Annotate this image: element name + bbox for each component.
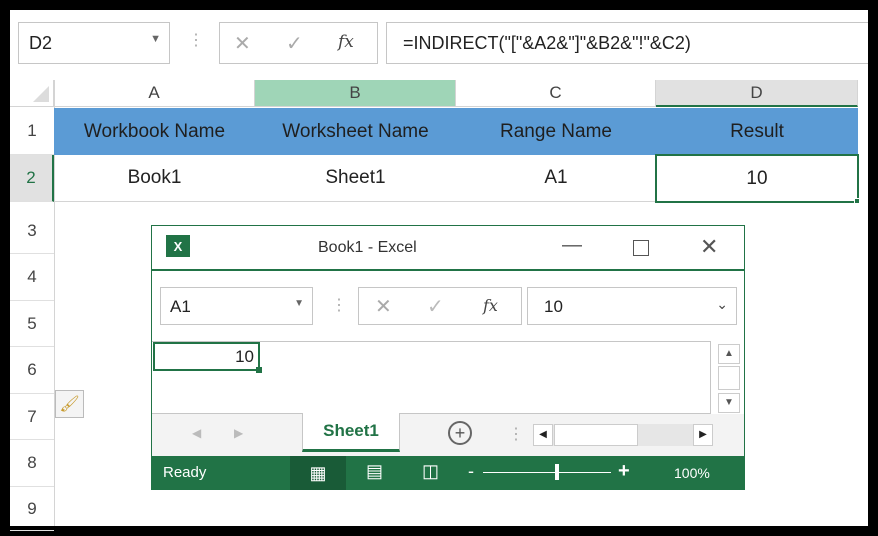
h-scroll-thumb[interactable] xyxy=(554,424,638,446)
scroll-left-icon[interactable]: ◀ xyxy=(533,424,553,446)
tab-scroll-left-icon[interactable]: ◀ xyxy=(192,426,201,440)
horizontal-scrollbar[interactable]: ◀ ▶ xyxy=(533,424,713,446)
cell-a2[interactable]: Book1 xyxy=(54,155,255,202)
column-header-a[interactable]: A xyxy=(54,80,255,107)
formula-input[interactable]: =INDIRECT("["&A2&"]"&B2&"!"&C2) xyxy=(386,22,868,64)
insert-function-icon[interactable]: fx xyxy=(338,32,354,52)
cell-c1[interactable]: Range Name xyxy=(456,108,656,155)
page-layout-icon[interactable]: ▤ xyxy=(366,461,383,482)
row-header-2[interactable]: 2 xyxy=(10,155,54,202)
window-title: Book1 - Excel xyxy=(318,239,417,256)
cell-d2-selected[interactable]: 10 xyxy=(655,154,859,203)
expand-chevron-icon[interactable]: ⌄ xyxy=(716,296,728,313)
scroll-up-icon[interactable]: ▲ xyxy=(718,344,740,364)
column-header-d[interactable]: D xyxy=(656,80,858,107)
zoom-level[interactable]: 100% xyxy=(674,465,710,481)
status-text: Ready xyxy=(163,464,207,481)
popup-formula-input[interactable]: 10 ⌄ xyxy=(527,287,737,325)
cell-c2[interactable]: A1 xyxy=(456,155,656,202)
zoom-slider[interactable] xyxy=(483,472,611,473)
popup-cell-a1[interactable]: 10 xyxy=(153,342,260,371)
cancel-icon[interactable]: ✕ xyxy=(234,31,251,56)
row-header-7[interactable]: 7 xyxy=(10,394,54,440)
formula-text: =INDIRECT("["&A2&"]"&B2&"!"&C2) xyxy=(403,33,691,53)
row-header-4[interactable]: 4 xyxy=(10,254,54,301)
chevron-down-icon[interactable]: ▼ xyxy=(294,298,304,309)
name-box-value: D2 xyxy=(29,33,53,53)
tab-sheet1[interactable]: Sheet1 xyxy=(302,413,400,452)
normal-view-icon[interactable]: ▦ xyxy=(290,456,346,490)
column-header-b[interactable]: B xyxy=(255,80,456,107)
cell-d1[interactable]: Result xyxy=(656,108,858,155)
status-bar: Ready ▦ ▤ ◫ - + 100% xyxy=(152,456,744,490)
popup-formula-text: 10 xyxy=(544,297,563,316)
drag-handle-icon[interactable]: ⋮ xyxy=(331,295,347,315)
chevron-down-icon[interactable]: ▼ xyxy=(150,33,161,45)
vertical-scrollbar[interactable]: ▲ ▼ xyxy=(718,344,740,415)
drag-handle-icon[interactable]: ⋮ xyxy=(188,30,204,50)
close-icon[interactable]: ✕ xyxy=(700,234,718,260)
scroll-right-icon[interactable]: ▶ xyxy=(693,424,713,446)
row-header-3[interactable]: 3 xyxy=(10,208,54,254)
enter-icon[interactable]: ✓ xyxy=(427,294,444,319)
cell-a1[interactable]: Workbook Name xyxy=(54,108,255,155)
cell-b2[interactable]: Sheet1 xyxy=(255,155,456,202)
row-header-1[interactable]: 1 xyxy=(10,108,54,155)
maximize-icon[interactable] xyxy=(633,240,649,256)
minimize-icon[interactable]: — xyxy=(562,234,582,257)
scroll-down-icon[interactable]: ▼ xyxy=(718,393,740,413)
cell-b1[interactable]: Worksheet Name xyxy=(255,108,456,155)
formula-buttons: ✕ ✓ fx xyxy=(219,22,378,64)
title-bar: X Book1 - Excel — ✕ xyxy=(152,226,744,271)
book1-window: X Book1 - Excel — ✕ A1 ▼ ⋮ ✕ ✓ fx 10 ⌄ 1… xyxy=(151,225,745,490)
fill-handle[interactable] xyxy=(854,198,860,204)
name-box[interactable]: D2 ▼ xyxy=(18,22,170,64)
zoom-out-icon[interactable]: - xyxy=(468,461,474,482)
add-sheet-icon[interactable]: + xyxy=(448,421,472,445)
popup-name-box[interactable]: A1 ▼ xyxy=(160,287,313,325)
popup-formula-buttons: ✕ ✓ fx xyxy=(358,287,522,325)
column-header-c[interactable]: C xyxy=(456,80,656,107)
sheet-tab-bar: ◀ ▶ Sheet1 + ⋮ ◀ ▶ xyxy=(152,413,744,456)
row-header-5[interactable]: 5 xyxy=(10,301,54,347)
excel-logo-icon: X xyxy=(166,235,190,257)
row-header-6[interactable]: 6 xyxy=(10,347,54,394)
enter-icon[interactable]: ✓ xyxy=(286,31,303,56)
page-break-preview-icon[interactable]: ◫ xyxy=(422,461,439,482)
select-all-button[interactable] xyxy=(10,80,54,107)
insert-function-icon[interactable]: fx xyxy=(483,296,498,315)
zoom-slider-thumb[interactable] xyxy=(555,464,559,480)
cancel-icon[interactable]: ✕ xyxy=(375,294,392,319)
row-header-8[interactable]: 8 xyxy=(10,440,54,487)
zoom-in-icon[interactable]: + xyxy=(618,460,630,483)
tab-scroll-right-icon[interactable]: ▶ xyxy=(234,426,243,440)
row-header-9[interactable]: 9 xyxy=(10,487,54,531)
popup-name-box-value: A1 xyxy=(170,297,191,316)
scroll-thumb[interactable] xyxy=(718,366,740,390)
drag-handle-icon[interactable]: ⋮ xyxy=(508,424,524,444)
paint-brush-icon[interactable]: 🖌 xyxy=(55,390,84,418)
